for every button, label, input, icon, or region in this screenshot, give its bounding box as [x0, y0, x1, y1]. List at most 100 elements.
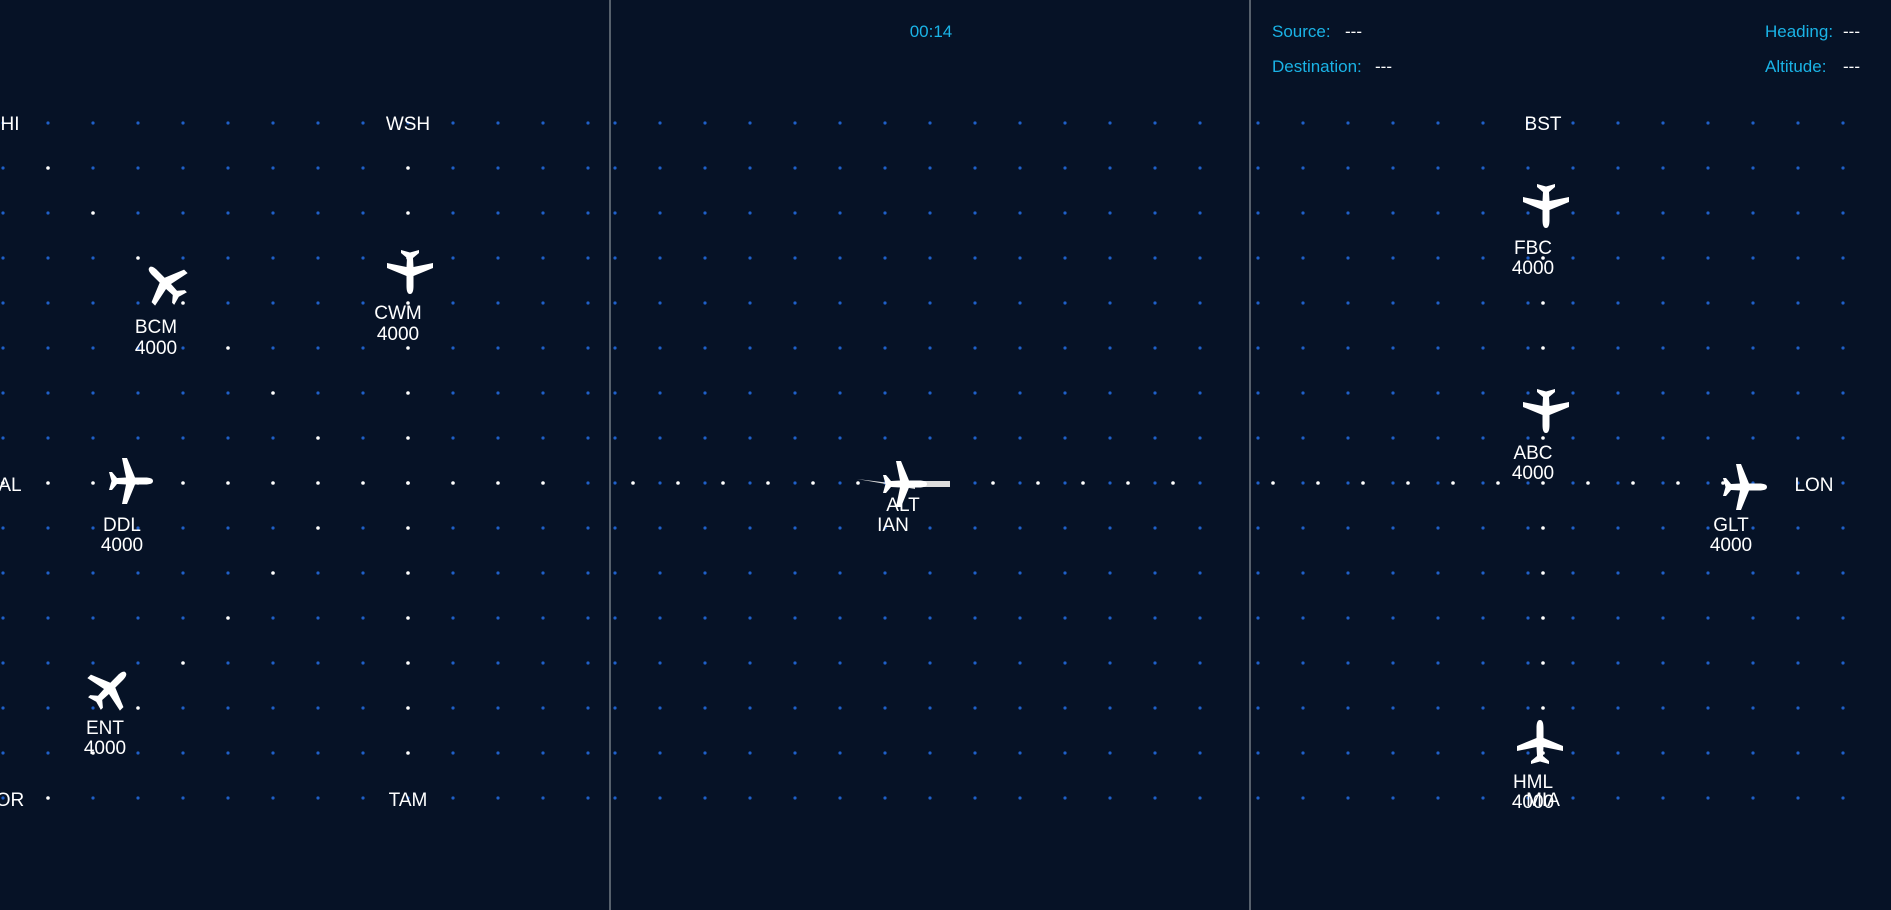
route-dot: [136, 706, 140, 710]
route-dot: [1451, 481, 1455, 485]
route-dot: [406, 706, 410, 710]
grid-dot: [1301, 571, 1305, 575]
grid-dot: [1706, 616, 1710, 620]
grid-dot: [226, 706, 230, 710]
grid-dot: [1391, 256, 1395, 260]
grid-dot: [1436, 571, 1440, 575]
grid-dot: [136, 616, 140, 620]
grid-dot: [1108, 166, 1112, 170]
grid-dot: [1706, 706, 1710, 710]
grid-dot: [181, 166, 185, 170]
grid-dot: [91, 121, 95, 125]
waypoint-ian: IAN: [877, 515, 909, 536]
grid-dot: [1571, 301, 1575, 305]
grid-dot: [928, 796, 932, 800]
route-dot: [1676, 481, 1680, 485]
aircraft-abc[interactable]: ABC 4000: [1512, 389, 1569, 484]
grid-dot: [703, 391, 707, 395]
grid-dot: [181, 121, 185, 125]
route-dot: [1541, 616, 1545, 620]
grid-dot: [883, 706, 887, 710]
grid-dot: [928, 346, 932, 350]
aircraft-bcm[interactable]: BCM 4000: [133, 251, 197, 359]
grid-dot: [496, 256, 500, 260]
grid-dot: [1751, 571, 1755, 575]
grid-dot: [1841, 211, 1845, 215]
grid-dot: [91, 616, 95, 620]
grid-dot: [1481, 751, 1485, 755]
route-dot: [91, 211, 95, 215]
airplane-icon: [1723, 464, 1767, 510]
grid-dot: [613, 706, 617, 710]
aircraft-glt[interactable]: GLT 4000: [1710, 464, 1767, 556]
grid-dot: [46, 301, 50, 305]
grid-dot: [1, 571, 5, 575]
grid-dot: [1346, 346, 1350, 350]
grid-dot: [1796, 526, 1800, 530]
grid-dot: [658, 166, 662, 170]
grid-dot: [1153, 391, 1157, 395]
grid-dot: [1481, 706, 1485, 710]
grid-dot: [1018, 571, 1022, 575]
grid-dot: [748, 661, 752, 665]
grid-dot: [271, 661, 275, 665]
grid-dot: [316, 391, 320, 395]
grid-dot: [793, 166, 797, 170]
grid-dot: [316, 571, 320, 575]
grid-dot: [1571, 751, 1575, 755]
grid-dot: [1526, 616, 1530, 620]
grid-dot: [1751, 166, 1755, 170]
grid-dot: [1391, 481, 1395, 485]
grid-dot: [1108, 301, 1112, 305]
route-dot: [496, 481, 500, 485]
grid-dot: [361, 796, 365, 800]
route-dot: [406, 571, 410, 575]
grid-dot: [1301, 751, 1305, 755]
grid-dot: [1706, 526, 1710, 530]
grid-dot: [181, 526, 185, 530]
grid-dot: [136, 211, 140, 215]
grid-dot: [838, 301, 842, 305]
grid-dot: [1796, 166, 1800, 170]
grid-dot: [1481, 391, 1485, 395]
grid-dot: [181, 796, 185, 800]
grid-dot: [748, 391, 752, 395]
grid-dot: [46, 706, 50, 710]
radar-grid: [1, 121, 1845, 800]
aircraft-alt[interactable]: ALT: [883, 461, 927, 516]
grid-dot: [1018, 616, 1022, 620]
grid-dot: [1706, 436, 1710, 440]
aircraft-altitude: 4000: [1710, 535, 1752, 556]
route-dot: [451, 481, 455, 485]
aircraft-ddl[interactable]: DDL 4000: [101, 458, 153, 556]
aircraft-fbc[interactable]: FBC 4000: [1512, 184, 1569, 279]
grid-dot: [1571, 661, 1575, 665]
grid-dot: [1616, 571, 1620, 575]
grid-dot: [1841, 391, 1845, 395]
grid-dot: [91, 526, 95, 530]
grid-dot: [1198, 256, 1202, 260]
grid-dot: [1346, 796, 1350, 800]
grid-dot: [1108, 436, 1112, 440]
grid-dot: [586, 301, 590, 305]
grid-dot: [1198, 346, 1202, 350]
aircraft-cwm[interactable]: CWM 4000: [374, 250, 433, 345]
grid-dot: [1391, 751, 1395, 755]
grid-dot: [226, 526, 230, 530]
grid-dot: [1346, 661, 1350, 665]
grid-dot: [1751, 796, 1755, 800]
grid-dot: [1796, 616, 1800, 620]
grid-dot: [1153, 706, 1157, 710]
grid-dot: [1018, 166, 1022, 170]
grid-dot: [1256, 346, 1260, 350]
grid-dot: [703, 661, 707, 665]
grid-dot: [658, 121, 662, 125]
grid-dot: [883, 616, 887, 620]
grid-dot: [1301, 166, 1305, 170]
grid-dot: [91, 571, 95, 575]
grid-dot: [658, 751, 662, 755]
grid-dot: [793, 751, 797, 755]
grid-dot: [1796, 751, 1800, 755]
aircraft-ent[interactable]: ENT 4000: [78, 656, 142, 759]
grid-dot: [1796, 211, 1800, 215]
